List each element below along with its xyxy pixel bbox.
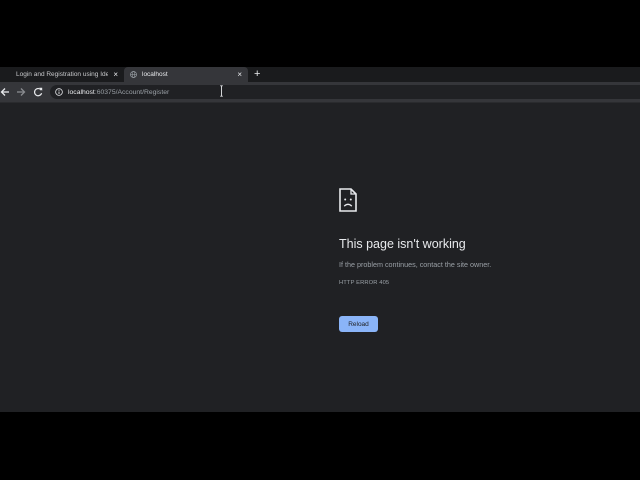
arrow-left-icon	[0, 88, 9, 96]
arrow-right-icon	[17, 88, 26, 96]
globe-icon	[130, 71, 137, 78]
back-button[interactable]	[0, 85, 12, 99]
text-cursor-icon	[220, 85, 223, 97]
reload-button[interactable]	[31, 85, 45, 99]
new-tab-button[interactable]: +	[254, 67, 260, 82]
reload-icon	[33, 87, 43, 97]
error-message: If the problem continues, contact the si…	[339, 260, 492, 269]
browser-window: Login and Registration using Identity × …	[0, 67, 640, 412]
tab-localhost[interactable]: localhost ×	[124, 67, 248, 82]
close-icon[interactable]: ×	[113, 69, 118, 80]
reload-page-button[interactable]: Reload	[339, 316, 378, 332]
url-host: localhost	[68, 88, 95, 96]
sad-page-icon	[339, 188, 357, 212]
tab-label: localhost	[142, 71, 168, 78]
forward-button[interactable]	[14, 85, 28, 99]
browser-toolbar: localhost:60375/Account/Register	[0, 82, 640, 103]
url-path: :60375/Account/Register	[94, 88, 170, 96]
address-bar[interactable]: localhost:60375/Account/Register	[50, 85, 640, 99]
tab-label: Login and Registration using Identity	[16, 71, 108, 78]
url-text[interactable]: localhost:60375/Account/Register	[68, 89, 169, 96]
tab-login-registration[interactable]: Login and Registration using Identity ×	[0, 67, 124, 82]
tab-strip: Login and Registration using Identity × …	[0, 67, 640, 82]
error-code: HTTP ERROR 405	[339, 280, 390, 286]
error-page: This page isn't working If the problem c…	[0, 103, 640, 412]
info-icon[interactable]	[55, 88, 63, 96]
page-title: This page isn't working	[339, 237, 466, 251]
close-icon[interactable]: ×	[237, 69, 242, 80]
video-frame: Login and Registration using Identity × …	[0, 0, 640, 480]
